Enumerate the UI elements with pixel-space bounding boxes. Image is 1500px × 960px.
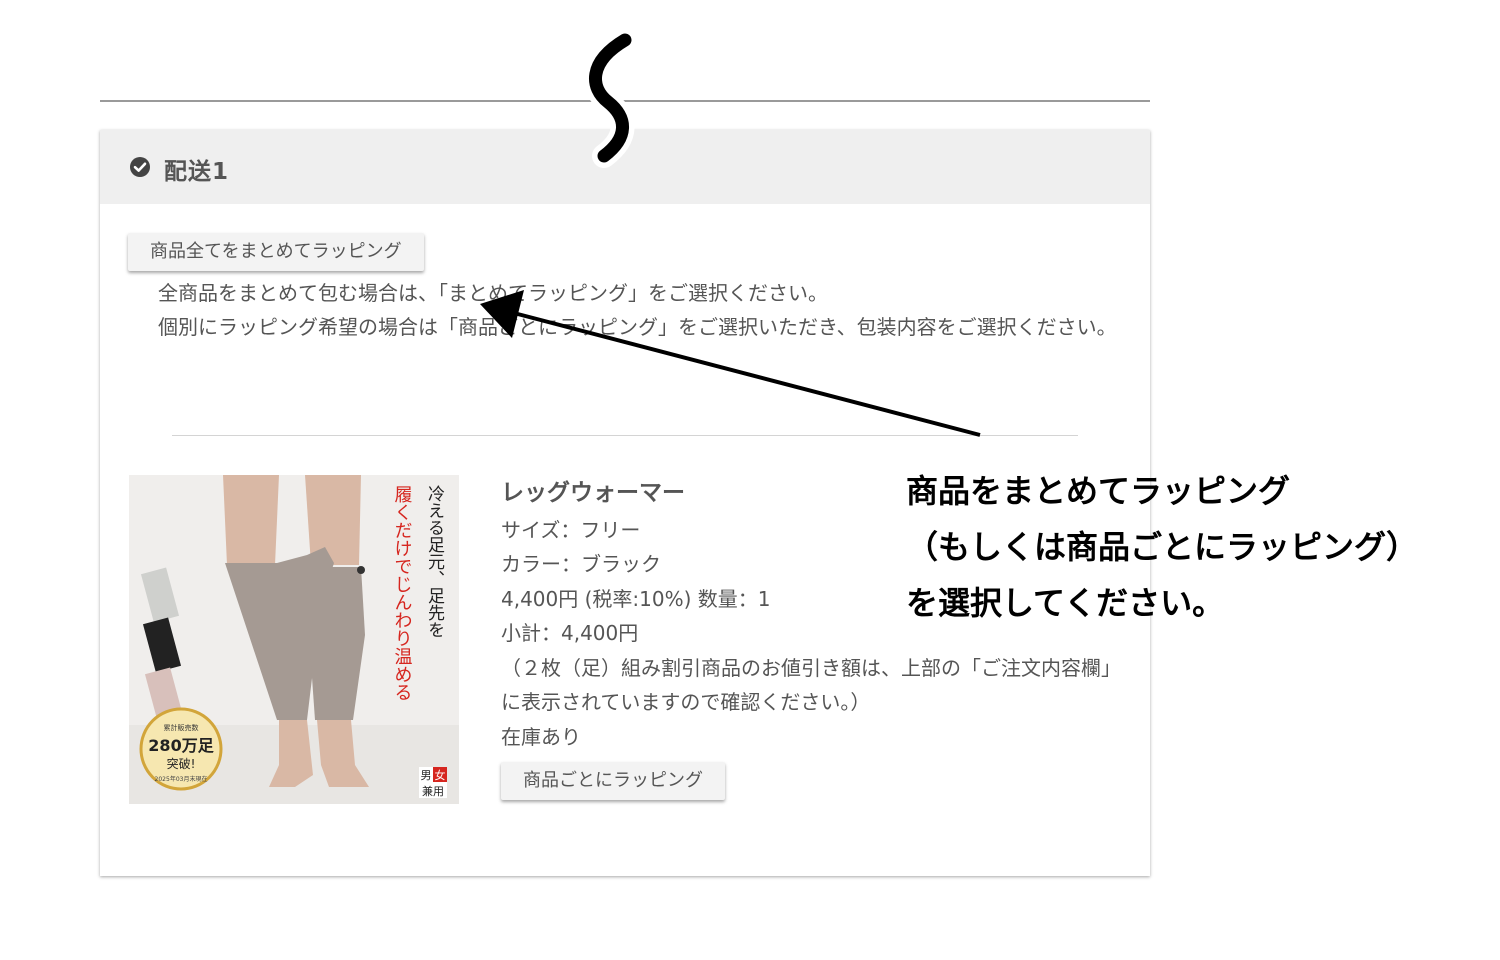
delivery-header: 配送1 xyxy=(100,130,1150,204)
delivery-title: 配送1 xyxy=(164,159,230,185)
instruction-line: 全商品をまとめて包む場合は、「まとめてラッピング」をご選択ください。 xyxy=(158,281,828,305)
annotation-callout: 商品をまとめてラッピング （もしくは商品ごとにラッピング） を選択してください。 xyxy=(906,463,1496,631)
top-divider xyxy=(100,100,1150,102)
badge-top-text: 累計販売数 xyxy=(164,723,199,732)
wrapping-instructions: 全商品をまとめて包む場合は、「まとめてラッピング」をご選択ください。 個別にラッ… xyxy=(158,276,1148,344)
wrap-each-button[interactable]: 商品ごとにラッピング xyxy=(501,762,725,800)
gender-text-2: 女 xyxy=(435,768,446,782)
image-headline-1: 冷える足元、足先を xyxy=(424,485,445,638)
gender-text-1: 男 xyxy=(421,769,432,782)
product-image[interactable]: 冷える足元、足先を 履くだけでじんわり温める 累計販売数 280万足 突破! 2… xyxy=(129,475,459,804)
annotation-line: を選択してください。 xyxy=(906,584,1225,622)
gender-text-3: 兼用 xyxy=(422,785,444,798)
instruction-line: 個別にラッピング希望の場合は「商品ごとにラッピング」をご選択いただき、包装内容を… xyxy=(158,315,1117,339)
annotation-line: （もしくは商品ごとにラッピング） xyxy=(906,528,1419,566)
badge-date-text: 2025年03月末現在 xyxy=(155,775,208,783)
check-circle-icon xyxy=(130,157,150,177)
badge-sub-text: 突破! xyxy=(167,756,196,771)
annotation-line: 商品をまとめてラッピング xyxy=(906,472,1291,510)
image-headline-2: 履くだけでじんわり温める xyxy=(392,485,413,701)
section-divider xyxy=(172,435,1078,436)
wrap-all-button[interactable]: 商品全てをまとめてラッピング xyxy=(128,233,424,271)
leg-warmer-photo: 冷える足元、足先を 履くだけでじんわり温める 累計販売数 280万足 突破! 2… xyxy=(129,475,459,804)
stock-status: 在庫あり xyxy=(501,724,581,749)
badge-main-text: 280万足 xyxy=(148,736,214,755)
discount-note: （２枚（足）組み割引商品のお値引き額は、上部の「ご注文内容欄」に表示されています… xyxy=(501,655,1121,715)
